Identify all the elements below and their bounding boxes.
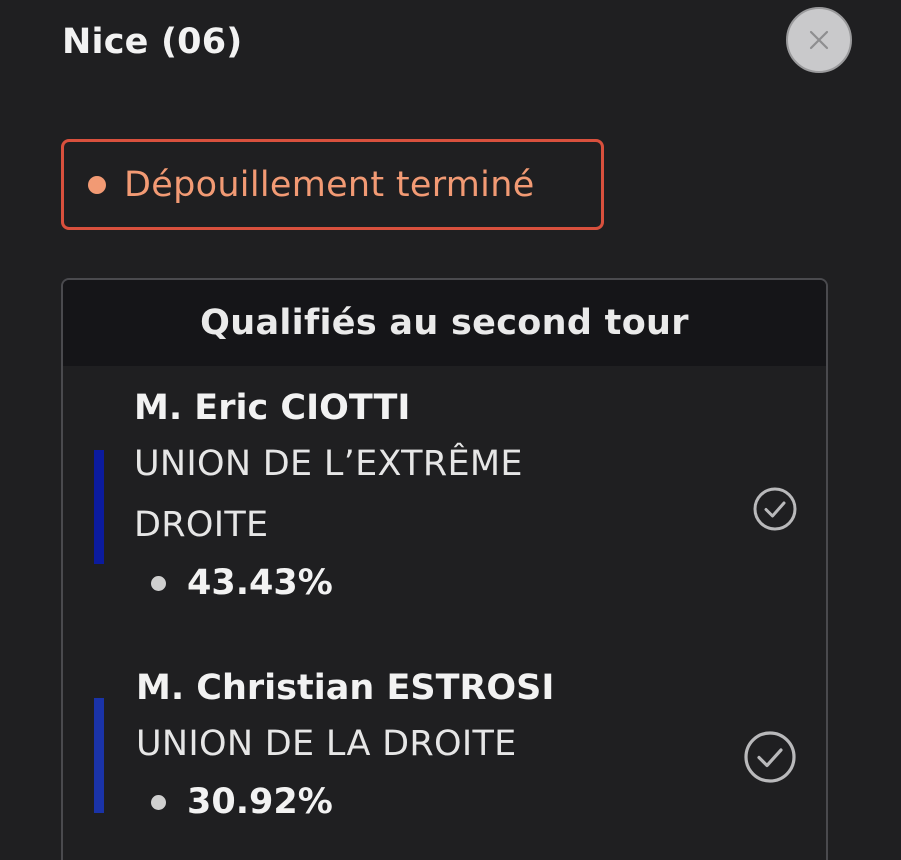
close-icon [809,30,829,50]
check-circle-icon [744,731,796,783]
party-color-bar [94,698,104,813]
candidate-name: M. Eric CIOTTI [134,388,411,428]
party-color-bar [94,450,104,564]
results-panel: Nice (06) Dépouillement terminé Qualifié… [0,0,901,860]
score-value: 43.43% [187,563,333,603]
page-title: Nice (06) [62,22,243,62]
candidate-party: UNION DE LA DROITE [136,724,517,764]
status-label: Dépouillement terminé [124,164,535,205]
candidate-score: 30.92% [151,782,333,822]
candidate-row: M. Eric CIOTTI UNION DE L’EXTRÊME DROITE… [63,366,826,636]
close-button[interactable] [786,7,852,73]
card-heading: Qualifiés au second tour [63,280,826,366]
check-circle-icon [753,487,797,531]
score-dot [151,794,166,810]
candidate-name: M. Christian ESTROSI [136,668,555,708]
status-badge: Dépouillement terminé [61,139,604,230]
candidate-row: M. Christian ESTROSI UNION DE LA DROITE … [63,644,826,860]
qualified-card: Qualifiés au second tour M. Eric CIOTTI … [61,278,828,860]
candidate-party: UNION DE L’EXTRÊME DROITE [134,444,523,545]
candidate-score: 43.43% [151,563,333,603]
score-value: 30.92% [187,782,333,822]
score-dot [151,575,166,591]
status-dot [88,175,106,194]
